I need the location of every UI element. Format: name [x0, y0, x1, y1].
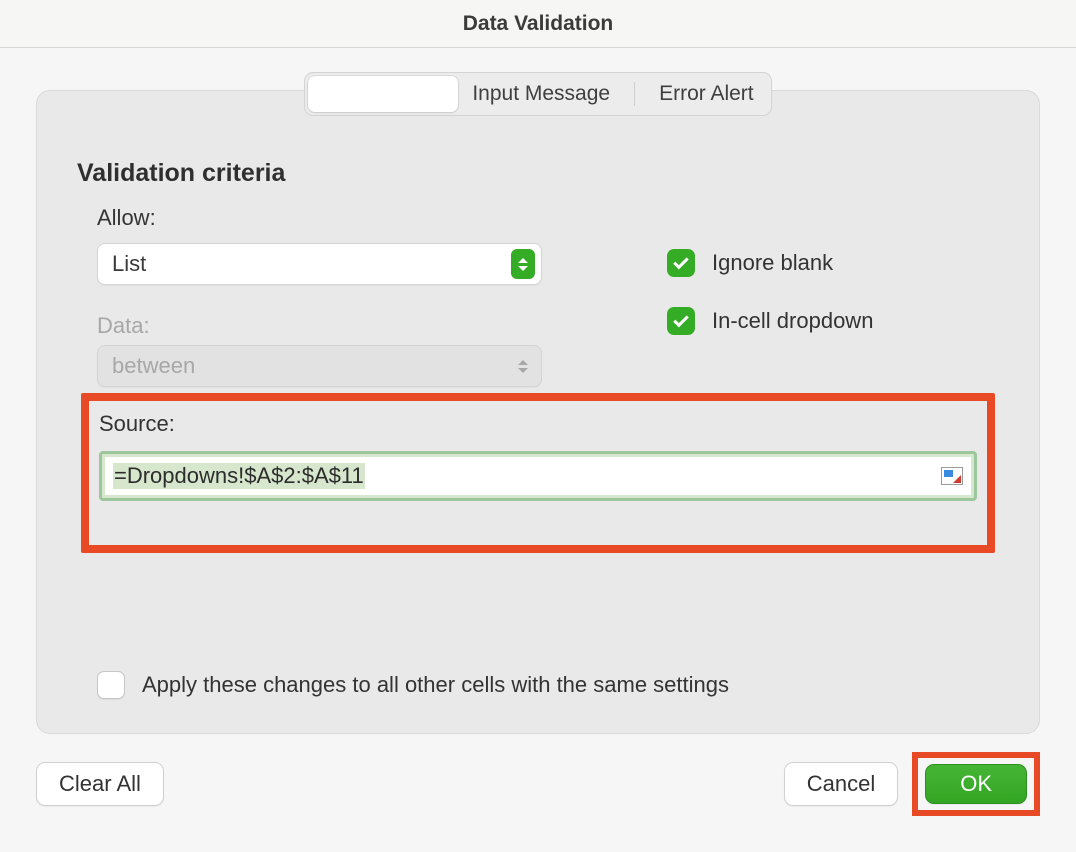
- apply-changes-checkbox[interactable]: [97, 671, 125, 699]
- source-input-value: =Dropdowns!$A$2:$A$11: [113, 463, 365, 489]
- tab-error-alert[interactable]: Error Alert: [645, 76, 768, 112]
- data-label: Data:: [97, 313, 150, 339]
- source-input[interactable]: =Dropdowns!$A$2:$A$11: [105, 457, 971, 495]
- dialog-title: Data Validation: [0, 0, 1076, 48]
- ignore-blank-label: Ignore blank: [712, 250, 833, 276]
- cancel-button[interactable]: Cancel: [784, 762, 898, 806]
- incell-dropdown-checkbox[interactable]: [667, 307, 695, 335]
- apply-changes-label: Apply these changes to all other cells w…: [142, 672, 729, 698]
- clear-all-button[interactable]: Clear All: [36, 762, 164, 806]
- stepper-icon: [511, 351, 535, 381]
- validation-criteria-heading: Validation criteria: [77, 159, 285, 188]
- source-field-wrap: =Dropdowns!$A$2:$A$11: [99, 451, 977, 501]
- apply-changes-row: Apply these changes to all other cells w…: [97, 671, 729, 699]
- stepper-icon: [511, 249, 535, 279]
- ignore-blank-row: Ignore blank: [667, 249, 833, 277]
- ok-annotation-box: OK: [912, 752, 1040, 816]
- ignore-blank-checkbox[interactable]: [667, 249, 695, 277]
- check-icon: [673, 254, 689, 270]
- data-validation-dialog: Data Validation Input Message Error Aler…: [0, 0, 1076, 852]
- incell-dropdown-row: In-cell dropdown: [667, 307, 873, 335]
- ok-button[interactable]: OK: [925, 764, 1027, 804]
- settings-panel: Validation criteria Allow: List Data: be…: [36, 90, 1040, 734]
- data-select: between: [97, 345, 542, 387]
- allow-label: Allow:: [97, 205, 156, 231]
- tab-input-message[interactable]: Input Message: [458, 76, 624, 112]
- range-picker-icon[interactable]: [941, 467, 963, 485]
- tab-bar: Input Message Error Alert: [0, 72, 1076, 116]
- allow-select-value: List: [112, 251, 146, 277]
- allow-select[interactable]: List: [97, 243, 542, 285]
- source-label: Source:: [99, 411, 175, 437]
- incell-dropdown-label: In-cell dropdown: [712, 308, 873, 334]
- data-select-value: between: [112, 353, 195, 379]
- dialog-button-row: Clear All Cancel OK: [36, 752, 1040, 816]
- check-icon: [673, 312, 689, 328]
- tab-settings[interactable]: [308, 76, 458, 112]
- tab-divider: [634, 82, 635, 106]
